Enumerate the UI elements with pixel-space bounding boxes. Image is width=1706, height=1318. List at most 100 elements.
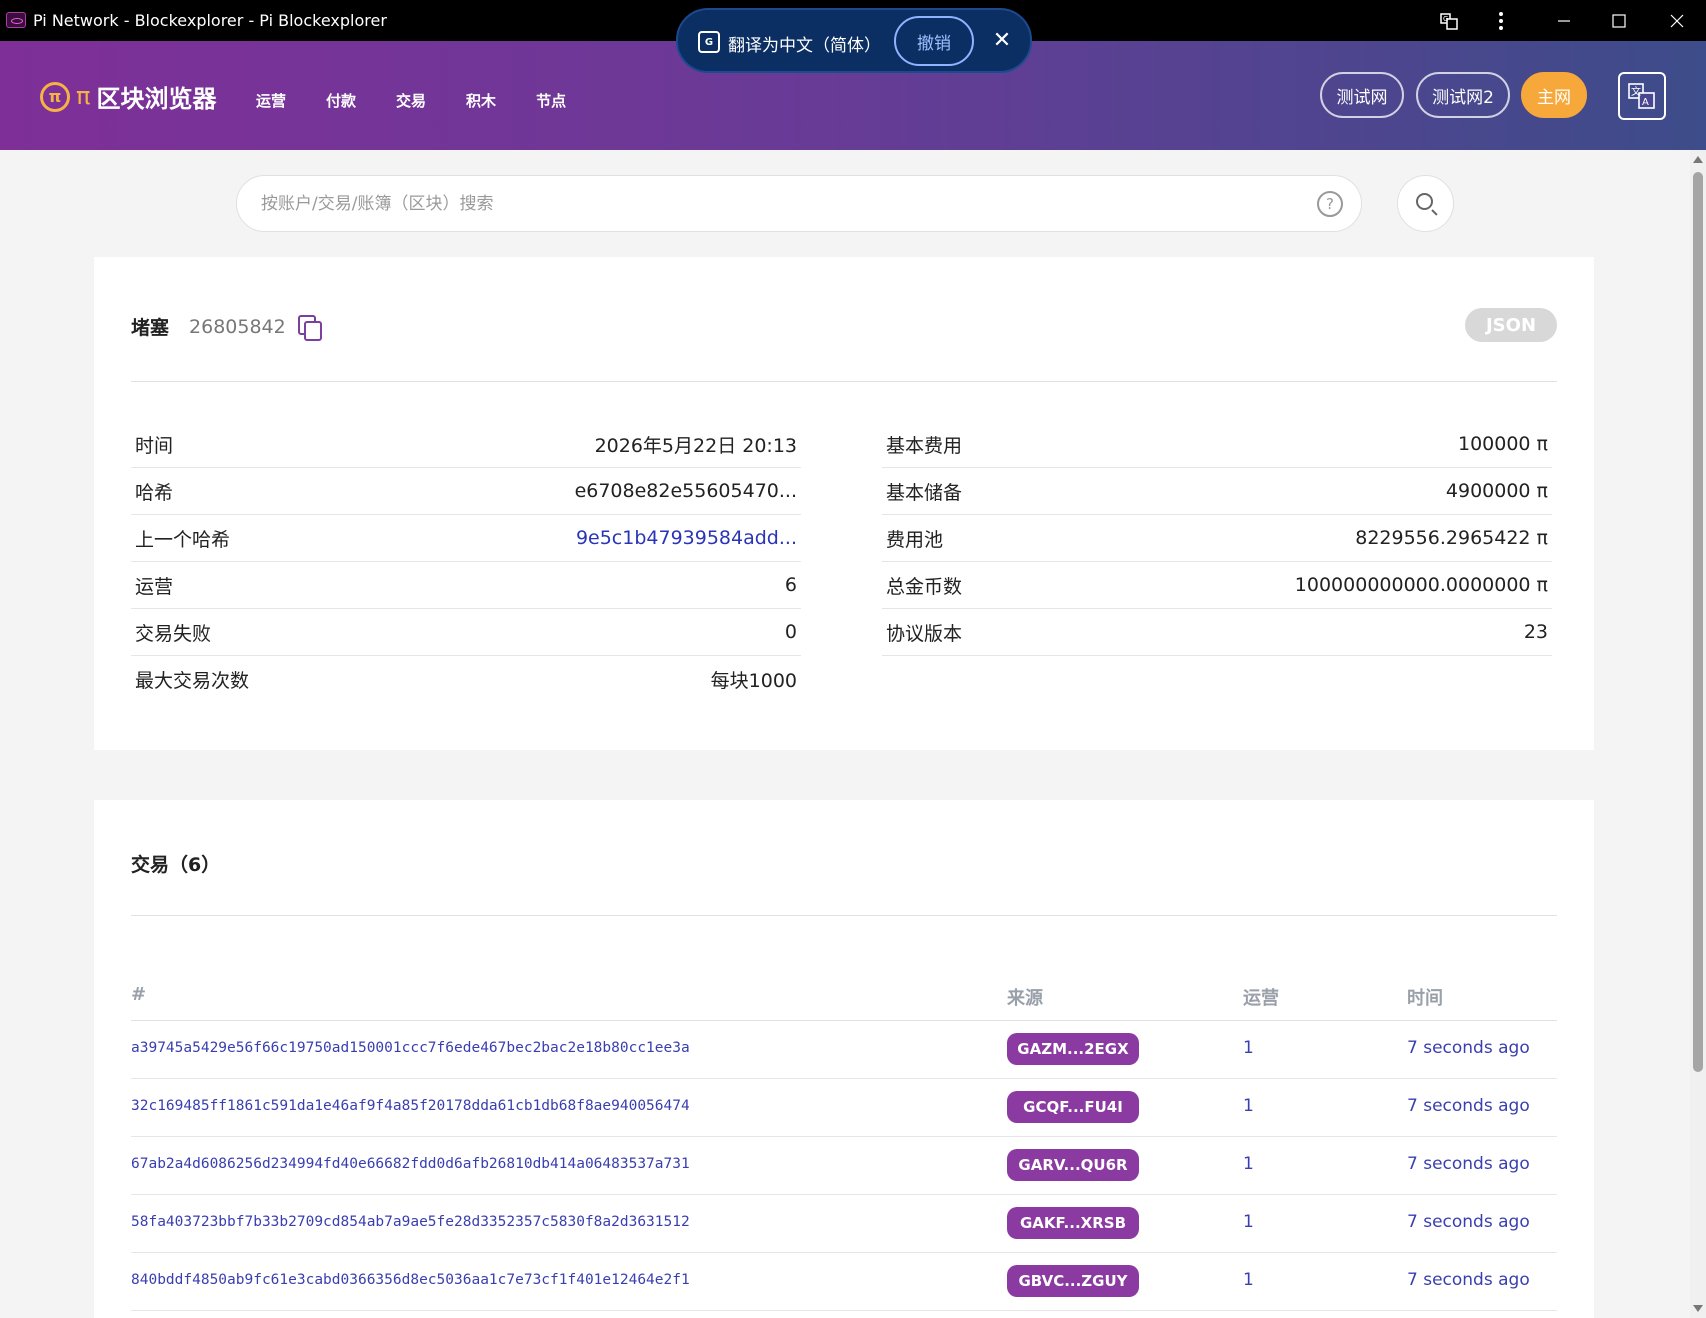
source-account-badge[interactable]: GAZM...2EGX [1007,1033,1139,1065]
tx-time-link[interactable]: 7 seconds ago [1407,1038,1530,1058]
tx-ops-link[interactable]: 1 [1243,1038,1254,1058]
tx-hash-link[interactable]: 840bddf4850ab9fc61e3cabd0366356d8ec5036a… [131,1272,690,1288]
block-details-right: 基本费用 100000 π 基本储备 4900000 π 费用池 8229556.29… [882,421,1552,656]
close-translate-icon[interactable]: ✕ [988,26,1016,54]
tx-hash-link[interactable]: 32c169485ff1861c591da1e46af9f4a85f20178d… [131,1098,690,1114]
tx-ops-link[interactable]: 1 [1243,1212,1254,1232]
translate-page-icon[interactable]: G [1434,8,1464,34]
table-row: 58fa403723bbf7b33b2709cd854ab7a9ae5fe28d… [131,1195,1557,1253]
pi-coin-icon: π [40,81,70,112]
detail-value: 8229556.2965422 π [1355,527,1548,549]
tx-ops-link[interactable]: 1 [1243,1096,1254,1116]
detail-key: 总金币数 [886,575,963,598]
scroll-up-icon[interactable] [1693,156,1703,163]
column-source: 来源 [1007,988,1043,1009]
testnet-button[interactable]: 测试网 [1320,72,1404,118]
logo-text: 区块浏览器 [96,85,217,113]
source-account-badge[interactable]: GAKF...XRSB [1007,1207,1139,1239]
table-header: # 来源 运营 时间 [131,960,1557,1021]
mainnet-button[interactable]: 主网 [1521,72,1587,118]
column-operations: 运营 [1243,988,1279,1009]
tx-time-link[interactable]: 7 seconds ago [1407,1096,1530,1116]
transactions-divider [131,915,1557,916]
source-account-badge[interactable]: GARV...QU6R [1007,1149,1139,1181]
detail-key: 哈希 [135,481,174,504]
detail-value: 100000 π [1457,433,1548,455]
page-scrollbar[interactable] [1690,150,1706,1318]
detail-row-fee-pool: 费用池 8229556.2965422 π [882,515,1552,562]
column-hash: # [131,984,147,1005]
detail-value: 4900000 π [1445,480,1548,502]
nav-item-transactions[interactable]: 交易 [396,90,426,111]
app-icon [6,12,26,28]
tx-ops-link[interactable]: 1 [1243,1270,1254,1290]
detail-value: 0 [784,621,797,643]
prev-hash-link[interactable]: 9e5c1b47939584add... [576,527,797,549]
detail-key: 基本费用 [886,434,963,457]
help-icon[interactable]: ? [1317,191,1343,217]
detail-row-hash: 哈希 e6708e82e55605470... [131,468,801,515]
search-box: ? [236,175,1362,232]
source-account-badge[interactable]: GBVC...ZGUY [1007,1265,1139,1297]
detail-row-prev-hash: 上一个哈希 9e5c1b47939584add... [131,515,801,562]
detail-value: 6 [784,574,797,596]
detail-key: 协议版本 [886,622,963,645]
nav-item-payments[interactable]: 付款 [326,90,356,111]
language-icon[interactable]: 文A [1618,72,1666,120]
tx-time-link[interactable]: 7 seconds ago [1407,1154,1530,1174]
tx-ops-link[interactable]: 1 [1243,1154,1254,1174]
detail-row-total-coins: 总金币数 100000000000.0000000 π [882,562,1552,609]
maximize-icon[interactable] [1604,8,1634,34]
block-card: 堵塞 26805842 JSON 时间 2026年5月22日 20:13 哈希 e6… [94,257,1594,750]
block-details-left: 时间 2026年5月22日 20:13 哈希 e6708e82e55605470..… [131,421,801,703]
translate-icon: G [698,31,720,53]
source-account-badge[interactable]: GCQF...FU4I [1007,1091,1139,1123]
detail-value: e6708e82e55605470... [574,480,797,502]
block-heading: 堵塞 26805842 [131,313,322,341]
logo-pi-symbol: π [76,81,91,110]
detail-row-operations: 运营 6 [131,562,801,609]
svg-text:文: 文 [1631,85,1641,98]
detail-key: 运营 [135,575,174,598]
table-row: 32c169485ff1861c591da1e46af9f4a85f20178d… [131,1079,1557,1137]
nav-item-blocks[interactable]: 积木 [466,90,496,111]
detail-value: 每块1000 [710,670,797,692]
tx-hash-link[interactable]: 67ab2a4d6086256d234994fd40e66682fdd0d6af… [131,1156,690,1172]
scrollbar-thumb[interactable] [1693,172,1703,1072]
kebab-menu-icon[interactable] [1486,8,1516,34]
search-button[interactable] [1397,175,1454,232]
json-button[interactable]: JSON [1465,308,1557,342]
block-label: 堵塞 [131,317,170,339]
minimize-icon[interactable] [1549,8,1579,34]
testnet2-button[interactable]: 测试网2 [1416,72,1510,118]
search-icon [1416,193,1433,210]
nav-item-operations[interactable]: 运营 [256,90,286,111]
column-time: 时间 [1407,988,1443,1009]
nav-item-nodes[interactable]: 节点 [536,90,566,111]
transactions-card: 交易（6） # 来源 运营 时间 a39745a5429e56f66c19750… [94,800,1594,1318]
undo-translate-button[interactable]: 撤销 [894,16,974,66]
detail-key: 时间 [135,434,174,457]
window-title: Pi Network - Blockexplorer - Pi Blockexp… [33,11,387,30]
detail-value: 23 [1523,621,1548,643]
scroll-down-icon[interactable] [1693,1305,1703,1312]
transactions-table: # 来源 运营 时间 a39745a5429e56f66c19750ad1500… [131,960,1557,1311]
translate-bar: G 翻译为中文（简体） 撤销 ✕ [676,8,1032,73]
block-number: 26805842 [189,315,286,338]
svg-text:A: A [1642,97,1649,108]
tx-time-link[interactable]: 7 seconds ago [1407,1212,1530,1232]
tx-hash-link[interactable]: 58fa403723bbf7b33b2709cd854ab7a9ae5fe28d… [131,1214,690,1230]
tx-hash-link[interactable]: a39745a5429e56f66c19750ad150001ccc7f6ede… [131,1040,690,1056]
search-input[interactable] [261,192,1261,216]
detail-key: 基本储备 [886,481,963,504]
site-logo[interactable]: π π 区块浏览器 [40,79,216,114]
tx-time-link[interactable]: 7 seconds ago [1407,1270,1530,1290]
main-nav: 运营 付款 交易 积木 节点 [256,90,606,111]
detail-row-base-reserve: 基本储备 4900000 π [882,468,1552,515]
detail-key: 交易失败 [135,622,212,645]
copy-icon[interactable] [297,314,322,341]
close-window-icon[interactable] [1662,8,1692,34]
transactions-title: 交易（6） [131,854,221,876]
svg-text:G: G [1443,15,1448,23]
table-row: 840bddf4850ab9fc61e3cabd0366356d8ec5036a… [131,1253,1557,1311]
